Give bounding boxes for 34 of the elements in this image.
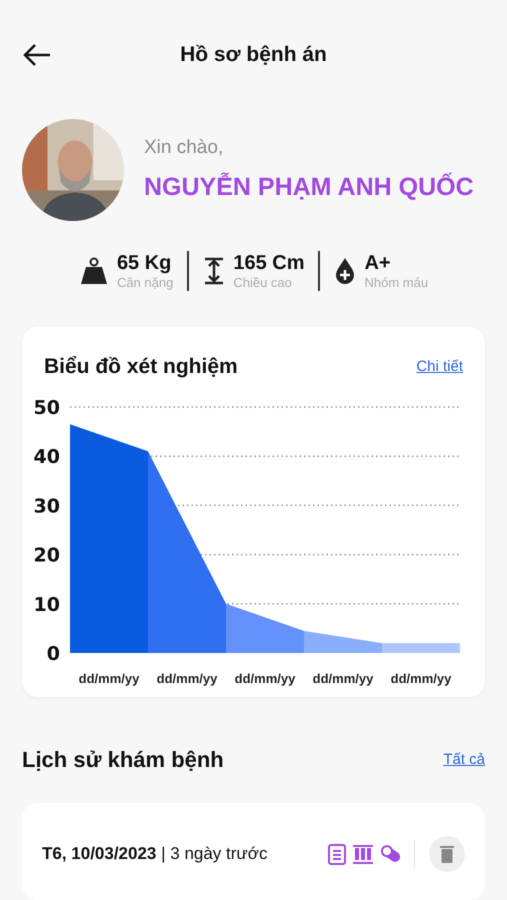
page-title: Hồ sơ bệnh án: [179, 43, 328, 68]
x-axis-label: dd/mm/yy: [312, 670, 374, 686]
x-axis-label: dd/mm/yy: [390, 670, 452, 686]
see-all-link[interactable]: Tất cả: [443, 751, 485, 768]
visit-date: T6, 10/03/2023 | 3 ngày trước: [42, 844, 268, 864]
patient-name: NGUYỄN PHẠM ANH QUỐC: [144, 173, 474, 202]
height-icon: [203, 256, 226, 285]
stat-label: Chiều cao: [233, 274, 293, 290]
back-arrow-icon: [22, 43, 52, 68]
stat-value: 165 Cm: [233, 252, 304, 275]
visit-card[interactable]: T6, 10/03/2023 | 3 ngày trước: [22, 802, 485, 900]
y-axis-label: 0: [46, 642, 60, 665]
y-axis-label: 20: [34, 544, 60, 566]
clipboard-icon: [328, 843, 346, 866]
stat-label: Nhóm máu: [364, 274, 428, 290]
y-axis-label: 50: [34, 396, 60, 419]
stat-value: A+: [364, 252, 392, 275]
section-title: Lịch sử khám bệnh: [22, 746, 224, 773]
x-axis-label: dd/mm/yy: [78, 670, 140, 686]
y-axis-label: 30: [34, 495, 60, 518]
stat-label: Cân nặng: [116, 274, 174, 290]
test-tubes-icon: [352, 844, 374, 864]
trash-icon: [440, 845, 454, 864]
stat-value: 65 Kg: [116, 252, 172, 275]
greeting-text: Xin chào,: [144, 137, 224, 160]
blood-drop-icon: [334, 256, 356, 285]
y-axis-label: 40: [34, 446, 60, 468]
card-title: Biểu đồ xét nghiệm: [44, 354, 238, 379]
x-axis-label: dd/mm/yy: [156, 670, 218, 686]
details-link[interactable]: Chi tiết: [416, 358, 463, 376]
y-axis-label: 10: [34, 594, 60, 616]
delete-button[interactable]: [429, 836, 465, 872]
weight-icon: [78, 256, 109, 286]
x-axis-label: dd/mm/yy: [234, 670, 296, 686]
